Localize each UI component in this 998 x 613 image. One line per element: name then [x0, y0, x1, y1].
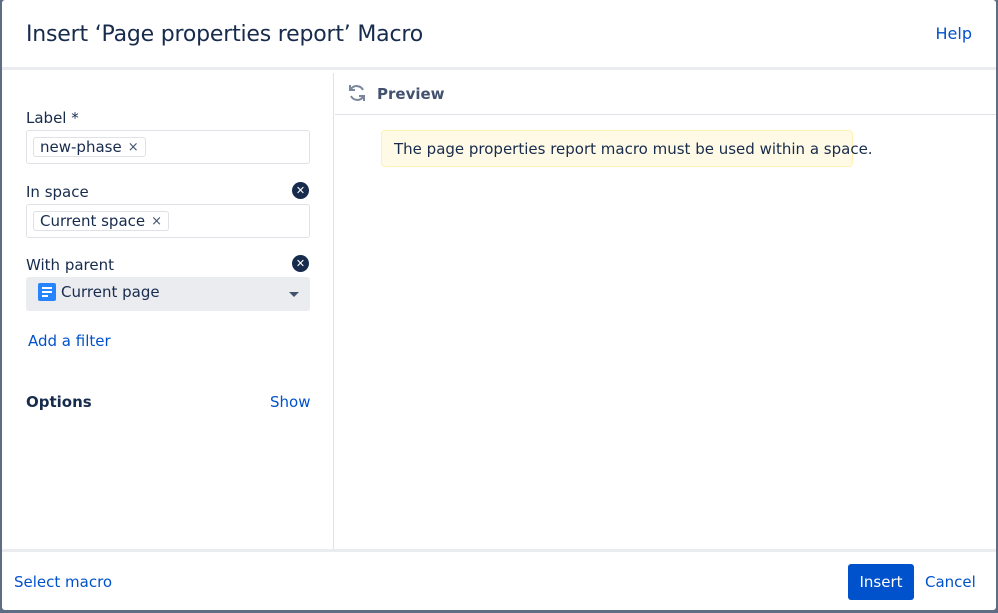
clear-parent-icon[interactable]: ✕ [292, 255, 309, 272]
options-title: Options [26, 393, 92, 411]
chip-text: Current space [40, 211, 146, 230]
remove-chip-icon[interactable]: × [151, 212, 162, 231]
macro-parameters-panel: Label * new-phase × In space ✕ Current s… [2, 73, 334, 549]
options-show-link[interactable]: Show [270, 393, 310, 411]
help-link[interactable]: Help [936, 24, 972, 43]
page-icon [38, 283, 56, 301]
space-input[interactable]: Current space × [26, 204, 310, 238]
label-input[interactable]: new-phase × [26, 130, 310, 164]
insert-button[interactable]: Insert [848, 564, 914, 600]
chip-text: new-phase [40, 137, 122, 156]
space-chip: Current space × [33, 211, 170, 231]
parent-field-label: With parent [26, 256, 114, 274]
space-field-label: In space [26, 183, 89, 201]
preview-panel: Preview The page properties report macro… [335, 73, 996, 549]
remove-chip-icon[interactable]: × [128, 138, 139, 157]
preview-label: Preview [377, 85, 445, 103]
warning-message: The page properties report macro must be… [381, 130, 873, 167]
label-chip: new-phase × [33, 137, 146, 157]
cancel-button[interactable]: Cancel [925, 573, 976, 591]
select-macro-link[interactable]: Select macro [14, 573, 112, 591]
label-field-label: Label * [26, 109, 79, 127]
dialog-footer: Select macro Insert Cancel [2, 549, 996, 610]
dialog-header: Insert ‘Page properties report’ Macro He… [2, 0, 996, 70]
preview-bar: Preview [335, 73, 996, 115]
chevron-down-icon [289, 292, 299, 297]
parent-select-value: Current page [61, 283, 160, 301]
refresh-icon[interactable] [347, 83, 367, 103]
parent-select[interactable]: Current page [26, 277, 310, 311]
dialog-title: Insert ‘Page properties report’ Macro [26, 22, 423, 47]
insert-macro-dialog: Insert ‘Page properties report’ Macro He… [2, 0, 996, 610]
clear-space-icon[interactable]: ✕ [292, 182, 309, 199]
add-filter-link[interactable]: Add a filter [28, 332, 111, 350]
